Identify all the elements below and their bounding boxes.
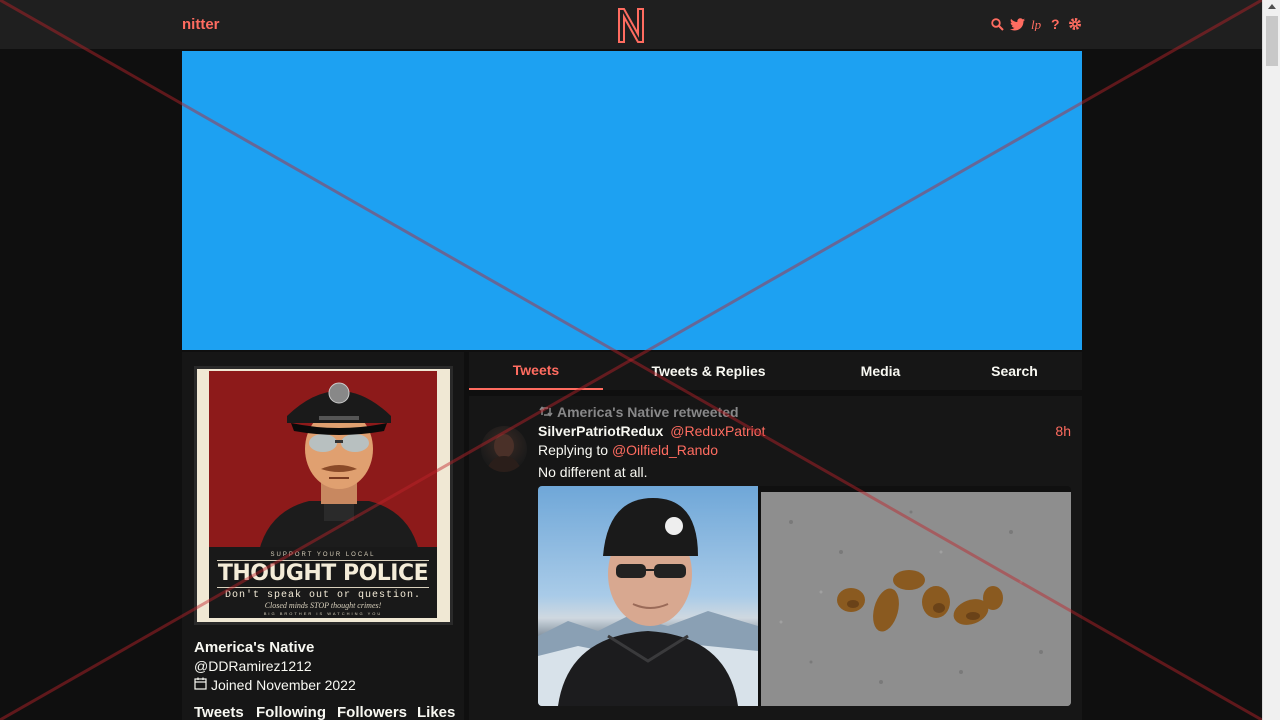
gear-icon[interactable] <box>1068 15 1082 33</box>
search-icon[interactable] <box>990 15 1004 33</box>
poster-caption: SUPPORT YOUR LOCAL THOUGHT POLICE Don't … <box>209 547 437 618</box>
replying-to-link[interactable]: @Oilfield_Rando <box>612 442 718 458</box>
tweet-content: No different at all. <box>538 464 648 480</box>
tweet-avatar[interactable] <box>481 426 527 472</box>
retweet-icon <box>539 404 553 420</box>
stat-likes-label[interactable]: Likes <box>417 704 455 720</box>
nitter-home-link[interactable]: nitter <box>182 16 220 33</box>
svg-text:lp: lp <box>1031 17 1042 31</box>
timeline-tabs: Tweets Tweets & Replies Media Search <box>469 352 1082 390</box>
help-icon[interactable]: ? <box>1049 15 1063 33</box>
poster-footer: BIG BROTHER IS WATCHING YOU <box>263 611 383 616</box>
retweet-header-text: America's Native retweeted <box>557 404 739 420</box>
nav-icons: lp ? <box>990 15 1082 33</box>
replying-prefix: Replying to <box>538 442 609 458</box>
tweet-fullname[interactable]: SilverPatriotRedux <box>538 423 663 439</box>
police-officer-illustration <box>259 382 419 551</box>
tab-search[interactable]: Search <box>947 352 1082 390</box>
tweet-stats <box>538 712 541 720</box>
tab-media[interactable]: Media <box>814 352 947 390</box>
tweet-image-man-selfie[interactable] <box>538 486 758 706</box>
calendar-icon <box>194 677 207 693</box>
tweet-image-ground[interactable] <box>761 492 1071 706</box>
retweet-header: America's Native retweeted <box>539 404 739 420</box>
tweet-username[interactable]: @ReduxPatriot <box>670 423 765 439</box>
twitter-bird-icon[interactable] <box>1009 15 1025 33</box>
stat-tweets-label[interactable]: Tweets <box>194 704 256 720</box>
poster-tagline: Closed minds STOP thought crimes! <box>264 601 382 610</box>
scroll-up-arrow-icon[interactable] <box>1268 4 1276 9</box>
stat-followers-label[interactable]: Followers <box>337 704 417 720</box>
poster-top-text: SUPPORT YOUR LOCAL <box>270 552 376 558</box>
profile-stats: Tweets Following Followers Likes <box>194 704 455 720</box>
tweet-media <box>538 486 1071 706</box>
tab-tweets-replies[interactable]: Tweets & Replies <box>603 352 814 390</box>
profile-card: SUPPORT YOUR LOCAL THOUGHT POLICE Don't … <box>182 352 464 720</box>
rss-icon[interactable]: lp <box>1030 15 1044 33</box>
tweet-header: SilverPatriotRedux @ReduxPatriot <box>538 423 765 439</box>
poster-title: THOUGHT POLICE <box>217 560 429 588</box>
timeline-item[interactable]: America's Native retweeted SilverPatriot… <box>469 396 1082 720</box>
stat-following-label[interactable]: Following <box>256 704 337 720</box>
tweet-date[interactable]: 8h <box>1055 423 1071 439</box>
thought-police-poster-image: SUPPORT YOUR LOCAL THOUGHT POLICE Don't … <box>197 369 450 622</box>
svg-text:?: ? <box>1051 17 1060 31</box>
profile-fullname[interactable]: America's Native <box>194 639 314 656</box>
scrollbar-thumb[interactable] <box>1266 16 1278 66</box>
profile-joined: Joined November 2022 <box>194 677 356 693</box>
profile-avatar[interactable]: SUPPORT YOUR LOCAL THOUGHT POLICE Don't … <box>194 366 453 625</box>
navbar: nitter lp ? <box>0 0 1262 50</box>
poster-subtitle: Don't speak out or question. <box>224 590 422 601</box>
profile-joined-date: Joined November 2022 <box>211 677 356 693</box>
replying-to: Replying to @Oilfield_Rando <box>538 442 718 458</box>
profile-banner[interactable] <box>182 51 1082 350</box>
tab-tweets[interactable]: Tweets <box>469 352 603 390</box>
profile-username[interactable]: @DDRamirez1212 <box>194 658 312 674</box>
page-scrollbar[interactable] <box>1262 0 1280 720</box>
nitter-logo-icon[interactable] <box>614 6 648 44</box>
